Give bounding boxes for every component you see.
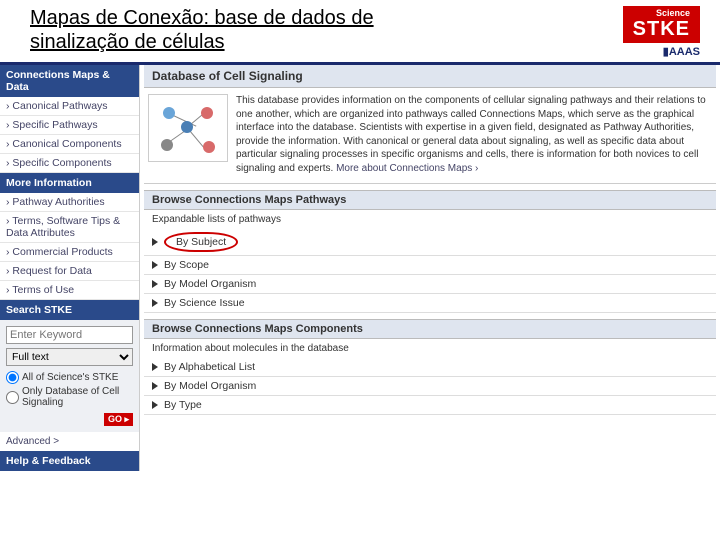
sidebar-item-terms-use[interactable]: Terms of Use <box>0 281 139 300</box>
sidebar-item-request-data[interactable]: Request for Data <box>0 262 139 281</box>
sidebar-item-commercial[interactable]: Commercial Products <box>0 243 139 262</box>
expand-by-science-issue[interactable]: By Science Issue <box>144 294 716 313</box>
expand-by-subject[interactable]: By Subject <box>144 229 716 256</box>
components-sub: Information about molecules in the datab… <box>144 339 716 358</box>
page-title: Mapas de Conexão: base de dados de sinal… <box>30 6 460 54</box>
main-panel: Database of Cell Signaling This database… <box>140 65 720 471</box>
components-head: Browse Connections Maps Components <box>144 319 716 339</box>
expand-by-type[interactable]: By Type <box>144 396 716 415</box>
chevron-right-icon <box>152 363 158 371</box>
sidebar: Connections Maps & Data Canonical Pathwa… <box>0 65 140 471</box>
description-block: This database provides information on th… <box>144 88 716 184</box>
slide-header: Mapas de Conexão: base de dados de sinal… <box>0 0 720 65</box>
sidebar-head-search: Search STKE <box>0 300 139 320</box>
stke-logo: Science STKE <box>623 6 700 43</box>
radio-only-db[interactable]: Only Database of Cell Signaling <box>6 385 133 409</box>
expand-by-model-organism-2[interactable]: By Model Organism <box>144 377 716 396</box>
sidebar-item-canonical-pathways[interactable]: Canonical Pathways <box>0 97 139 116</box>
expand-by-scope[interactable]: By Scope <box>144 256 716 275</box>
sidebar-head-more: More Information <box>0 173 139 193</box>
sidebar-item-specific-pathways[interactable]: Specific Pathways <box>0 116 139 135</box>
search-box: Full text All of Science's STKE Only Dat… <box>0 320 139 432</box>
network-graph-icon <box>148 94 228 162</box>
sidebar-head-maps: Connections Maps & Data <box>0 65 139 97</box>
main-title: Database of Cell Signaling <box>144 65 716 88</box>
chevron-right-icon <box>152 299 158 307</box>
sidebar-item-specific-components[interactable]: Specific Components <box>0 154 139 173</box>
radio-all-stke[interactable]: All of Science's STKE <box>6 370 133 385</box>
search-scope-select[interactable]: Full text <box>6 348 133 366</box>
content-area: Connections Maps & Data Canonical Pathwa… <box>0 65 720 471</box>
chevron-right-icon <box>152 261 158 269</box>
go-button[interactable]: GO ▸ <box>104 413 133 426</box>
description-text: This database provides information on th… <box>236 94 712 175</box>
pathways-sub: Expandable lists of pathways <box>144 210 716 229</box>
sidebar-item-canonical-components[interactable]: Canonical Components <box>0 135 139 154</box>
chevron-right-icon <box>152 382 158 390</box>
advanced-link[interactable]: Advanced > <box>0 432 139 451</box>
search-input[interactable] <box>6 326 133 344</box>
expand-by-alpha[interactable]: By Alphabetical List <box>144 358 716 377</box>
chevron-right-icon <box>152 238 158 246</box>
logo-block: Science STKE ▮AAAS <box>623 6 700 58</box>
aaas-logo: ▮AAAS <box>623 45 700 58</box>
sidebar-head-help: Help & Feedback <box>0 451 139 471</box>
more-link[interactable]: More about Connections Maps › <box>336 163 478 174</box>
chevron-right-icon <box>152 280 158 288</box>
sidebar-item-terms-tips[interactable]: Terms, Software Tips & Data Attributes <box>0 212 139 243</box>
pathways-head: Browse Connections Maps Pathways <box>144 190 716 210</box>
chevron-right-icon <box>152 401 158 409</box>
sidebar-item-authorities[interactable]: Pathway Authorities <box>0 193 139 212</box>
expand-by-model-organism[interactable]: By Model Organism <box>144 275 716 294</box>
